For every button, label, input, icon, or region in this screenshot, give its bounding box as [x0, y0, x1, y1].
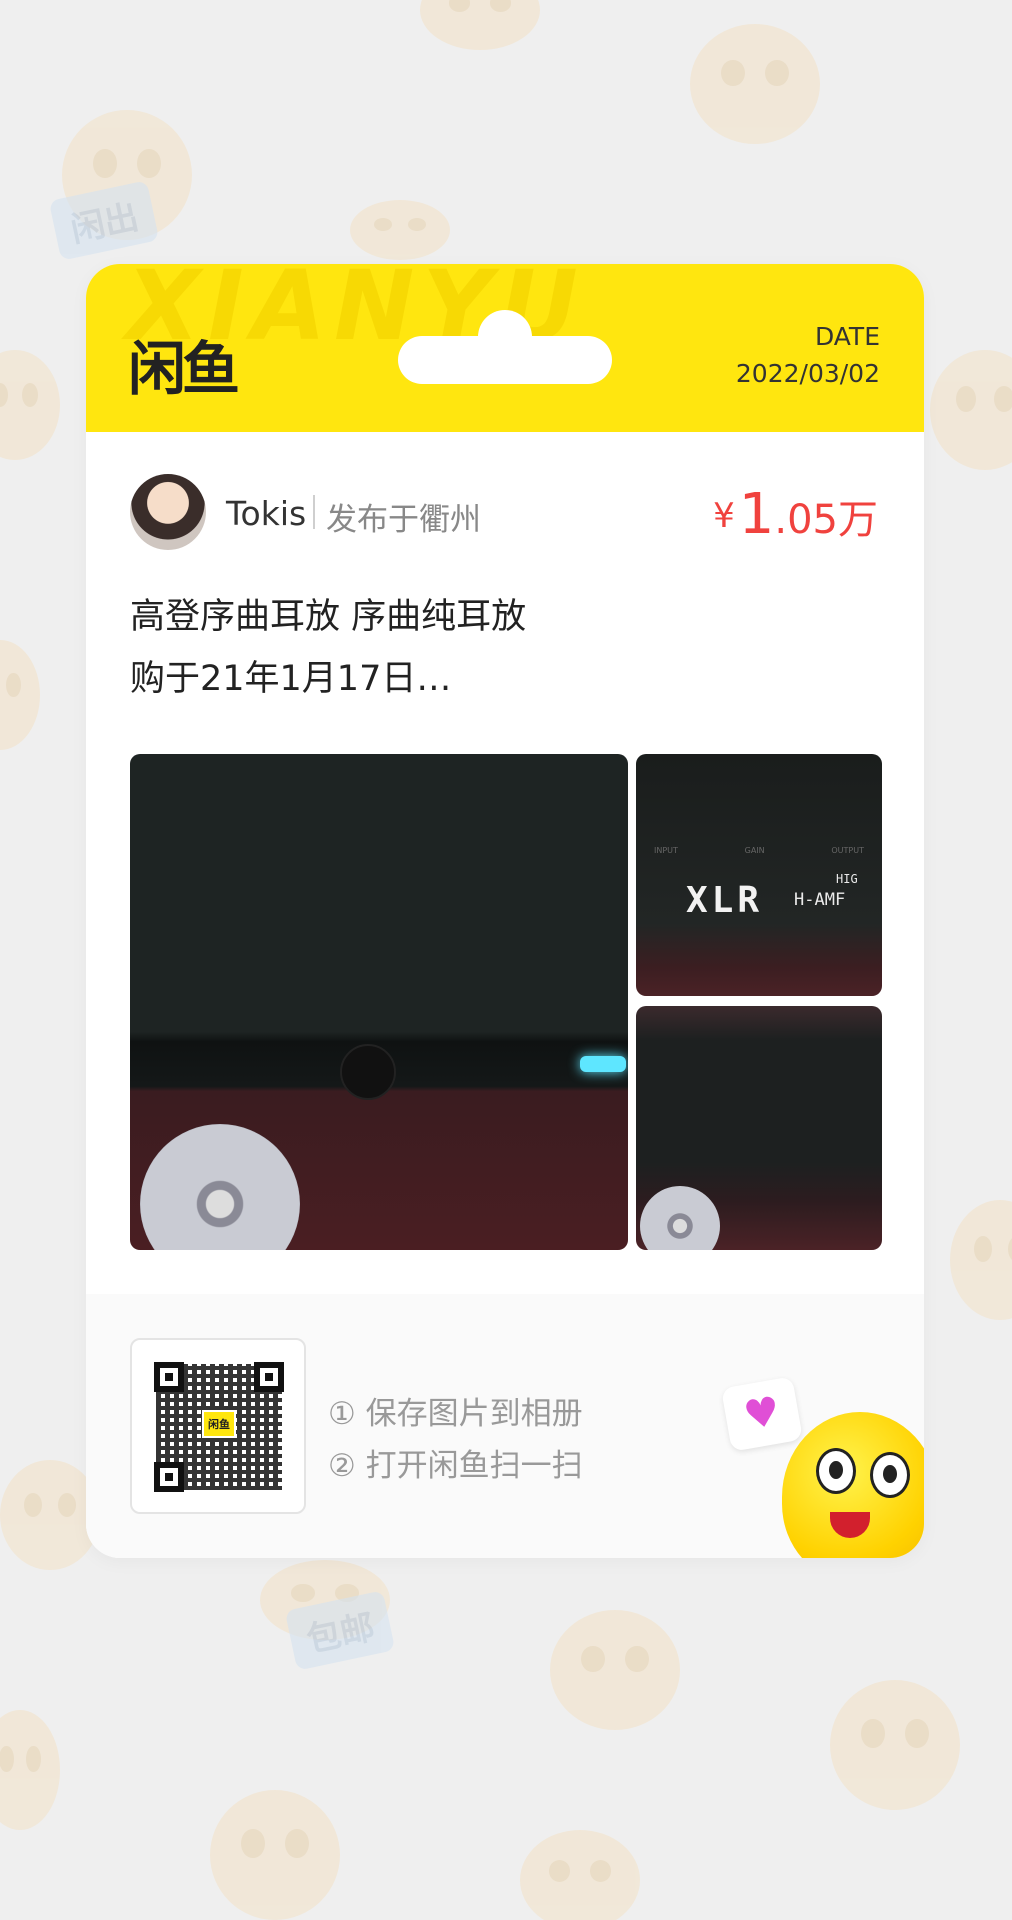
date-value: 2022/03/02	[735, 359, 880, 388]
panel-label: INPUT	[654, 846, 678, 855]
display-xlr-text: XLR	[686, 880, 764, 921]
qr-center-logo: 闲鱼	[202, 1410, 236, 1438]
volume-knob-image	[340, 1044, 396, 1100]
xianyu-logo: 闲鱼	[128, 335, 240, 403]
background-emoji	[930, 350, 1012, 470]
price: ¥1.05万	[713, 482, 878, 547]
card-header: XIANYU 闲鱼 DATE 2022/03/02	[86, 264, 924, 432]
cd-disc-image	[140, 1124, 300, 1250]
card-footer: 闲鱼 ① 保存图片到相册 ② 打开闲鱼扫一扫 ♥	[86, 1294, 924, 1558]
currency-symbol: ¥	[713, 496, 735, 536]
heart-bubble-icon: ♥	[720, 1376, 804, 1452]
qr-finder	[154, 1362, 184, 1392]
display-hig-text: HIG	[836, 872, 858, 886]
qr-finder	[154, 1462, 184, 1492]
background-emoji	[550, 1610, 680, 1730]
background-emoji	[950, 1200, 1012, 1320]
item-photo-main	[130, 754, 628, 1250]
background-emoji	[0, 1710, 60, 1830]
background-emoji	[0, 350, 60, 460]
background-emoji	[520, 1830, 640, 1920]
panel-labels: INPUT GAIN OUTPUT	[654, 846, 864, 855]
instruction-step-2: ② 打开闲鱼扫一扫	[328, 1448, 583, 1484]
price-integer: 1	[738, 482, 775, 547]
mascot-illustration: ♥	[720, 1376, 924, 1558]
cd-disc-image	[640, 1186, 720, 1250]
description-line: 购于21年1月17日…	[130, 659, 452, 699]
qr-finder	[254, 1362, 284, 1392]
qr-code: 闲鱼	[130, 1338, 306, 1514]
instruction-step-1: ① 保存图片到相册	[328, 1396, 583, 1432]
background-emoji	[210, 1790, 340, 1920]
display-hamp-text: H-AMF	[794, 890, 846, 910]
background-emoji	[350, 200, 450, 260]
background-emoji	[830, 1680, 960, 1810]
mascot-eye	[816, 1448, 856, 1494]
item-description: 高登序曲耳放 序曲纯耳放 购于21年1月17日…	[130, 586, 890, 710]
item-photo-overview	[636, 1006, 882, 1250]
seller-location: 发布于衢州	[326, 502, 481, 538]
avatar	[130, 474, 206, 550]
led-display-image	[580, 1056, 626, 1072]
background-emoji	[0, 1460, 100, 1570]
date-label: DATE	[814, 322, 880, 351]
background-emoji	[0, 640, 40, 750]
panel-label: GAIN	[744, 846, 765, 855]
panel-label: OUTPUT	[831, 846, 864, 855]
background-emoji	[690, 24, 820, 144]
background-emoji	[420, 0, 540, 50]
seller-name: Tokis	[226, 494, 307, 533]
share-card: XIANYU 闲鱼 DATE 2022/03/02 Tokis 发布于衢州 ¥1…	[86, 264, 924, 1558]
description-line: 高登序曲耳放 序曲纯耳放	[130, 597, 527, 637]
divider	[313, 495, 315, 529]
header-notch	[398, 310, 612, 384]
item-photo-display: INPUT GAIN OUTPUT XLR HIG H-AMF	[636, 754, 882, 996]
mascot-eye	[870, 1452, 910, 1498]
price-decimal: .05万	[774, 497, 878, 543]
